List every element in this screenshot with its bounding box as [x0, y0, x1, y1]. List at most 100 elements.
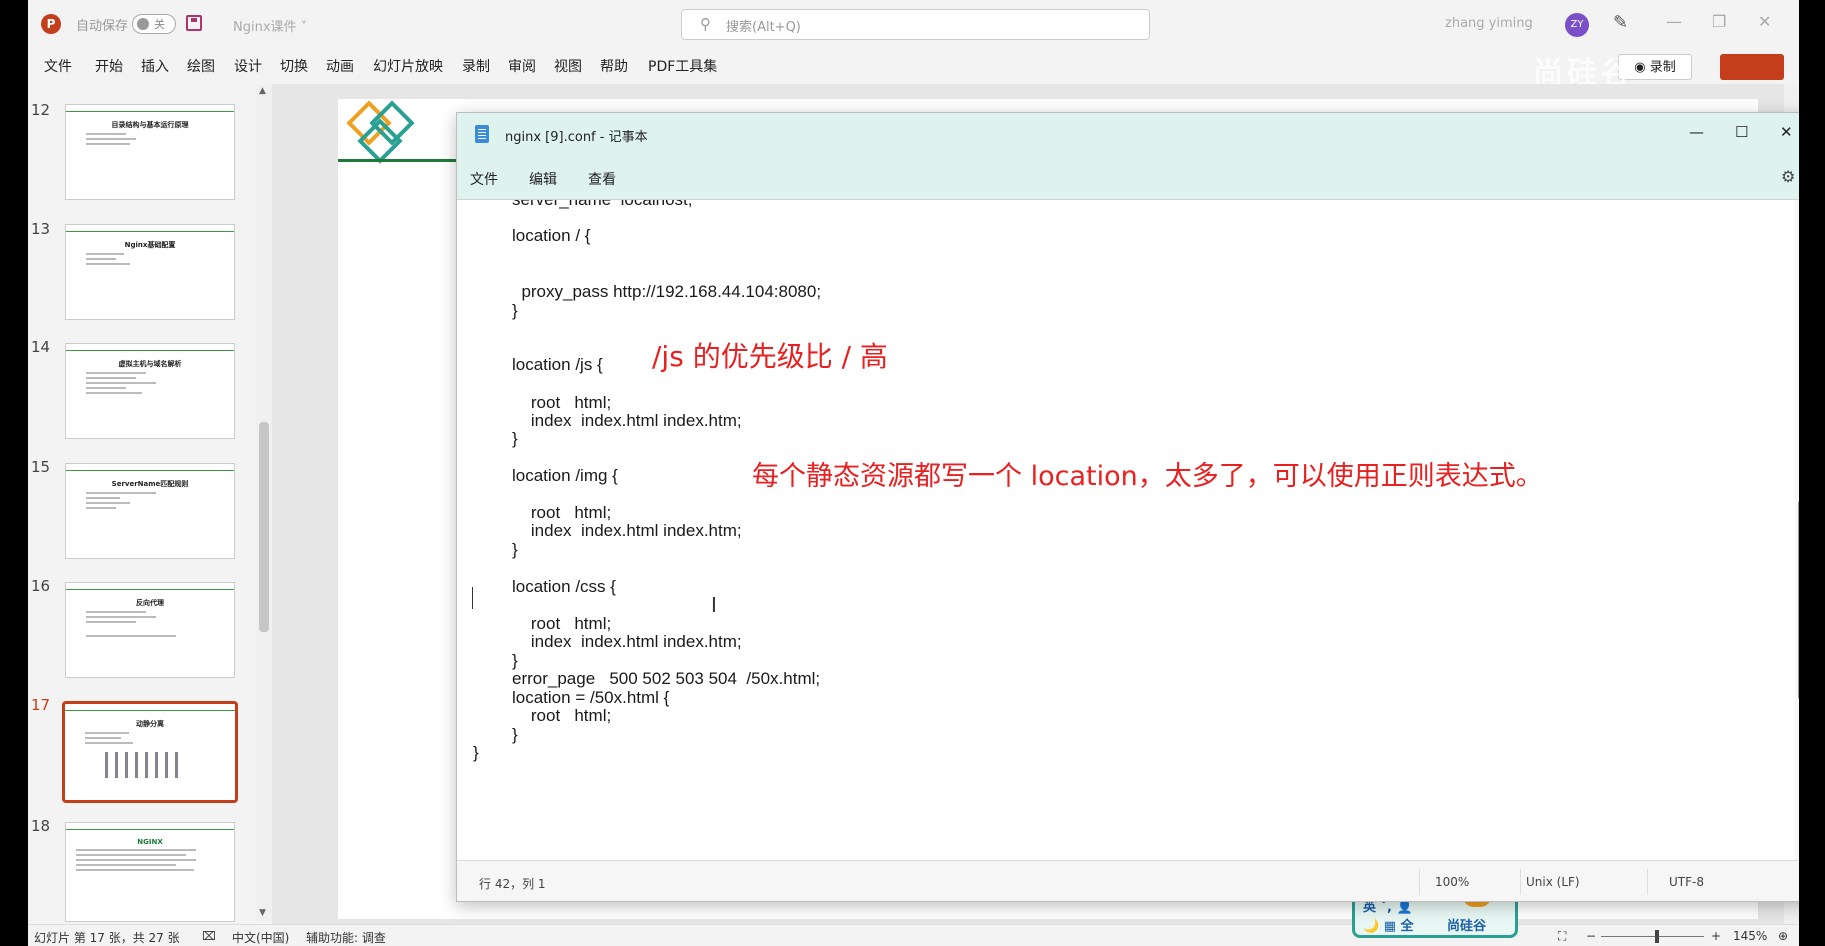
user-name: zhang yiming [1445, 16, 1533, 31]
slide-thumbnail[interactable]: ServerName匹配规则 [65, 463, 235, 559]
notes-icon[interactable]: ⌧ [202, 929, 216, 943]
code-line: } [473, 743, 479, 762]
save-icon[interactable] [186, 15, 202, 31]
code-line: } [512, 651, 518, 670]
tab-transitions[interactable]: 切换 [280, 56, 308, 76]
slide-header-line [338, 159, 458, 162]
restore-icon[interactable]: ❐ [1712, 12, 1726, 31]
code-line: } [512, 540, 518, 559]
thumbnail-title: NGINX [137, 838, 163, 846]
tab-home[interactable]: 开始 [95, 56, 123, 76]
document-name[interactable]: Nginx课件 ˅ [233, 16, 307, 35]
close-icon[interactable]: ✕ [1758, 12, 1771, 31]
menu-file[interactable]: 文件 [470, 169, 498, 189]
notepad-title-bar: nginx [9].conf - 记事本 — ☐ ✕ [457, 113, 1799, 157]
ime-status: 🌙 ▦ 全 [1363, 919, 1414, 934]
thumbnail-number: 17 [31, 696, 51, 714]
slide-thumbnail[interactable]: 虚拟主机与域名解析 [65, 343, 235, 439]
powerpoint-window: P 自动保存 关 Nginx课件 ˅ ⚲ 搜索(Alt+Q) zhang yim… [28, 0, 1799, 946]
share-button[interactable] [1720, 54, 1784, 80]
annotation-regex-hint: 每个静态资源都写一个 location，太多了，可以使用正则表达式。 [752, 461, 1543, 492]
fit-slide-icon[interactable]: ⊕ [1778, 929, 1788, 943]
slide-counter: 幻灯片 第 17 张，共 27 张 [34, 931, 180, 945]
thumbnail-title: 反向代理 [136, 599, 164, 607]
gear-icon[interactable]: ⚙ [1781, 167, 1795, 186]
zoom-in-icon[interactable]: + [1711, 929, 1721, 943]
accessibility-indicator[interactable]: 辅助功能: 调查 [306, 929, 386, 946]
encoding: UTF-8 [1669, 875, 1704, 889]
thumbnail-number: 12 [31, 101, 51, 119]
code-line: } [512, 301, 518, 320]
tab-help[interactable]: 帮助 [600, 56, 628, 76]
search-placeholder: 搜索(Alt+Q) [726, 20, 801, 35]
minimize-icon[interactable]: — [1689, 123, 1704, 141]
code-line: root html; [512, 706, 612, 725]
autosave-toggle[interactable]: 关 [132, 14, 176, 34]
tab-slideshow[interactable]: 幻灯片放映 [373, 56, 443, 76]
menu-view[interactable]: 查看 [588, 169, 616, 189]
maximize-icon[interactable]: ☐ [1735, 123, 1748, 141]
notepad-title: nginx [9].conf - 记事本 [505, 130, 648, 145]
slide-thumbnail[interactable]: 反向代理 [65, 582, 235, 678]
thumbnail-number: 13 [31, 220, 51, 238]
tab-view[interactable]: 视图 [554, 56, 582, 76]
code-line: root html; [512, 393, 612, 412]
minimize-icon[interactable]: — [1666, 12, 1682, 31]
code-line: index index.html index.htm; [512, 521, 742, 540]
notepad-status-bar: 行 42，列 1 100% Unix (LF) UTF-8 [457, 860, 1799, 901]
tab-draw[interactable]: 绘图 [187, 56, 215, 76]
thumbnail-number: 15 [31, 458, 51, 476]
zoom-out-icon[interactable]: − [1586, 929, 1596, 943]
search-icon: ⚲ [700, 15, 711, 33]
code-line: location / { [512, 226, 591, 245]
powerpoint-icon: P [41, 14, 61, 34]
text-caret [472, 587, 473, 609]
thumbnail-title: ServerName匹配规则 [111, 480, 189, 488]
tab-review[interactable]: 审阅 [508, 56, 536, 76]
scrollbar-thumb[interactable] [1798, 500, 1799, 700]
autosave-state: 关 [154, 18, 165, 31]
code-line: server_name localhost; [512, 200, 692, 210]
slide-thumbnail[interactable]: Nginx基础配置 [65, 224, 235, 320]
thumbnail-scrollbar[interactable]: ▲ ▼ [256, 84, 272, 922]
pen-icon[interactable]: ✎ [1613, 12, 1628, 33]
tab-design[interactable]: 设计 [234, 56, 262, 76]
tab-pdf-tools[interactable]: PDF工具集 [648, 56, 717, 76]
menu-edit[interactable]: 编辑 [529, 169, 557, 189]
annotation-js-priority: /js 的优先级比 / 高 [652, 340, 888, 373]
code-line: location /img { [512, 466, 618, 485]
avatar[interactable]: ZY [1565, 13, 1589, 37]
tab-animations[interactable]: 动画 [326, 56, 354, 76]
scroll-up-icon[interactable]: ▲ [259, 86, 266, 96]
slide-thumbnail[interactable]: NGINX [65, 822, 235, 922]
slide-thumbnail-selected[interactable]: 动静分离 [62, 701, 238, 803]
ibeam-cursor-icon: I [711, 593, 717, 617]
thumbnail-number: 18 [31, 817, 51, 835]
zoom-level[interactable]: 145% [1733, 929, 1767, 943]
scrollbar-thumb[interactable] [259, 422, 269, 632]
code-line: location /js { [512, 355, 603, 374]
thumbnail-title: Nginx基础配置 [124, 241, 176, 249]
slideshow-icon[interactable]: ⛶ [1558, 929, 1566, 944]
tab-record[interactable]: 录制 [462, 56, 490, 76]
language-indicator[interactable]: 中文(中国) [232, 929, 289, 946]
thumbnail-number: 14 [31, 338, 51, 356]
status-bar: 幻灯片 第 17 张，共 27 张 ⌧ 中文(中国) 辅助功能: 调查 ⛶ − … [28, 924, 1799, 946]
zoom-slider[interactable] [1601, 936, 1704, 937]
code-line: proxy_pass http://192.168.44.104:8080; [512, 282, 822, 301]
brand-name: 尚硅谷 [1447, 919, 1487, 934]
search-input[interactable]: ⚲ 搜索(Alt+Q) [681, 9, 1150, 40]
code-line: index index.html index.htm; [512, 632, 742, 651]
scroll-down-icon[interactable]: ▼ [259, 908, 266, 918]
zoom-slider-knob[interactable] [1655, 930, 1659, 943]
slide-thumbnail-pane: 12 目录结构与基本运行原理 13 Nginx基础配置 14 虚拟主机与域名解析… [28, 84, 274, 924]
slide-thumbnail[interactable]: 目录结构与基本运行原理 [65, 104, 235, 200]
cursor-position: 行 42，列 1 [479, 877, 546, 891]
text-editor[interactable]: server_name localhost; location / { prox… [457, 200, 1799, 860]
editor-scrollbar[interactable] [1795, 200, 1799, 860]
tab-insert[interactable]: 插入 [141, 56, 169, 76]
close-icon[interactable]: ✕ [1780, 123, 1793, 141]
autosave-label: 自动保存 [76, 19, 129, 34]
tab-file[interactable]: 文件 [44, 56, 72, 76]
code-line: index index.html index.htm; [512, 411, 742, 430]
